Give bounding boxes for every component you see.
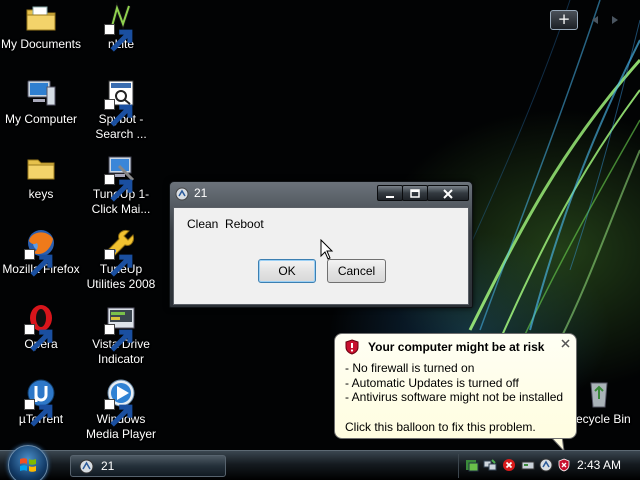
mouse-cursor-icon (320, 239, 334, 260)
desktop-icon-spybot[interactable]: Spybot - Search ... (80, 77, 162, 142)
nlite-icon (104, 2, 137, 52)
desktop-icon-my-computer[interactable]: My Computer (0, 77, 82, 127)
desktop-icon-utorrent[interactable]: µTorrent (0, 377, 82, 427)
tuneup-1click-icon (104, 152, 137, 202)
balloon-list: - No firewall is turned on - Automatic U… (345, 361, 563, 405)
dialog-message: Clean Reboot (187, 217, 264, 231)
desktop-icon-keys[interactable]: keys (0, 152, 82, 202)
tuneup-utilities-icon (104, 227, 137, 277)
next-arrow-icon[interactable] (612, 16, 618, 24)
balloon-list-item: - No firewall is turned on (345, 361, 475, 375)
balloon-list-item: - Automatic Updates is turned off (345, 375, 519, 390)
ok-button[interactable]: OK (258, 259, 316, 283)
desktop-icon-firefox[interactable]: Mozilla Firefox (0, 227, 82, 277)
desktop-icon-label: keys (28, 187, 54, 201)
drive-icon[interactable] (521, 458, 535, 472)
maximize-button[interactable] (402, 185, 428, 201)
drive-indicator-icon (104, 302, 137, 352)
taskbar-button-21[interactable]: 21 (70, 455, 226, 477)
sidebar-controls: + (550, 10, 632, 30)
shortcut-arrow-icon (24, 249, 53, 277)
add-gadget-icon: + (557, 10, 571, 28)
firefox-icon (24, 227, 57, 277)
gadget-navigation (584, 13, 630, 27)
folder-documents-icon (25, 2, 57, 34)
minimize-icon (386, 196, 394, 198)
start-button[interactable] (8, 445, 48, 480)
desktop-icon-my-documents[interactable]: My Documents (0, 2, 82, 52)
balloon-title: Your computer might be at risk (368, 340, 545, 354)
close-button[interactable] (427, 185, 469, 201)
error-icon[interactable] (502, 458, 516, 472)
desktop-icon-label: My Documents (0, 37, 82, 51)
taskbar: 21 2:43 AM (0, 445, 640, 480)
add-gadget-button[interactable]: + (550, 10, 578, 30)
desktop-icon-nlite[interactable]: nLite (80, 2, 162, 52)
clock[interactable]: 2:43 AM (577, 458, 621, 472)
shortcut-arrow-icon (104, 24, 133, 52)
desktop-icon-opera[interactable]: Opera (0, 302, 82, 352)
system-tray: 2:43 AM (458, 454, 640, 478)
utorrent-icon (24, 377, 57, 427)
security-center-icon[interactable] (465, 458, 479, 472)
spybot-icon (104, 77, 137, 127)
app-icon (79, 459, 94, 474)
close-icon[interactable] (559, 337, 572, 350)
balloon-list-item: - Antivirus software might not be instal… (345, 390, 564, 404)
prev-arrow-icon[interactable] (592, 16, 598, 24)
shortcut-arrow-icon (104, 324, 133, 352)
media-player-icon (104, 377, 137, 427)
app-tray-icon[interactable] (539, 458, 553, 472)
app-icon (175, 187, 189, 201)
network-icon[interactable] (483, 458, 497, 472)
desktop-icon-label: My Computer (4, 112, 78, 126)
minimize-button[interactable] (377, 185, 403, 201)
shortcut-arrow-icon (104, 99, 133, 127)
shortcut-arrow-icon (24, 399, 53, 427)
desktop-icon-media-player[interactable]: Windows Media Player (80, 377, 162, 442)
shortcut-arrow-icon (24, 324, 53, 352)
close-icon (443, 189, 453, 199)
desktop-icon-tuneup-1click[interactable]: TuneUp 1-Click Mai... (80, 152, 162, 217)
shortcut-arrow-icon (104, 249, 133, 277)
dialog-titlebar[interactable]: 21 (170, 182, 472, 206)
maximize-icon (410, 189, 420, 198)
shortcut-arrow-icon (104, 399, 133, 427)
windows-logo-icon (20, 458, 36, 472)
desktop-icon-vista-drive-indicator[interactable]: Vista Drive Indicator (80, 302, 162, 367)
security-balloon[interactable]: Your computer might be at risk - No fire… (334, 333, 577, 439)
folder-icon (25, 152, 57, 184)
shield-warning-icon[interactable] (557, 458, 571, 472)
cancel-button[interactable]: Cancel (327, 259, 386, 283)
recycle-bin-icon (583, 377, 615, 409)
taskbar-button-label: 21 (101, 459, 115, 473)
desktop-icon-tuneup-utilities[interactable]: TuneUp Utilities 2008 (80, 227, 162, 292)
opera-icon (24, 302, 57, 352)
computer-icon (25, 77, 57, 109)
shortcut-arrow-icon (104, 174, 133, 202)
balloon-footer[interactable]: Click this balloon to fix this problem. (345, 420, 536, 434)
shield-warning-icon (345, 339, 359, 355)
dialog-title: 21 (194, 186, 208, 200)
